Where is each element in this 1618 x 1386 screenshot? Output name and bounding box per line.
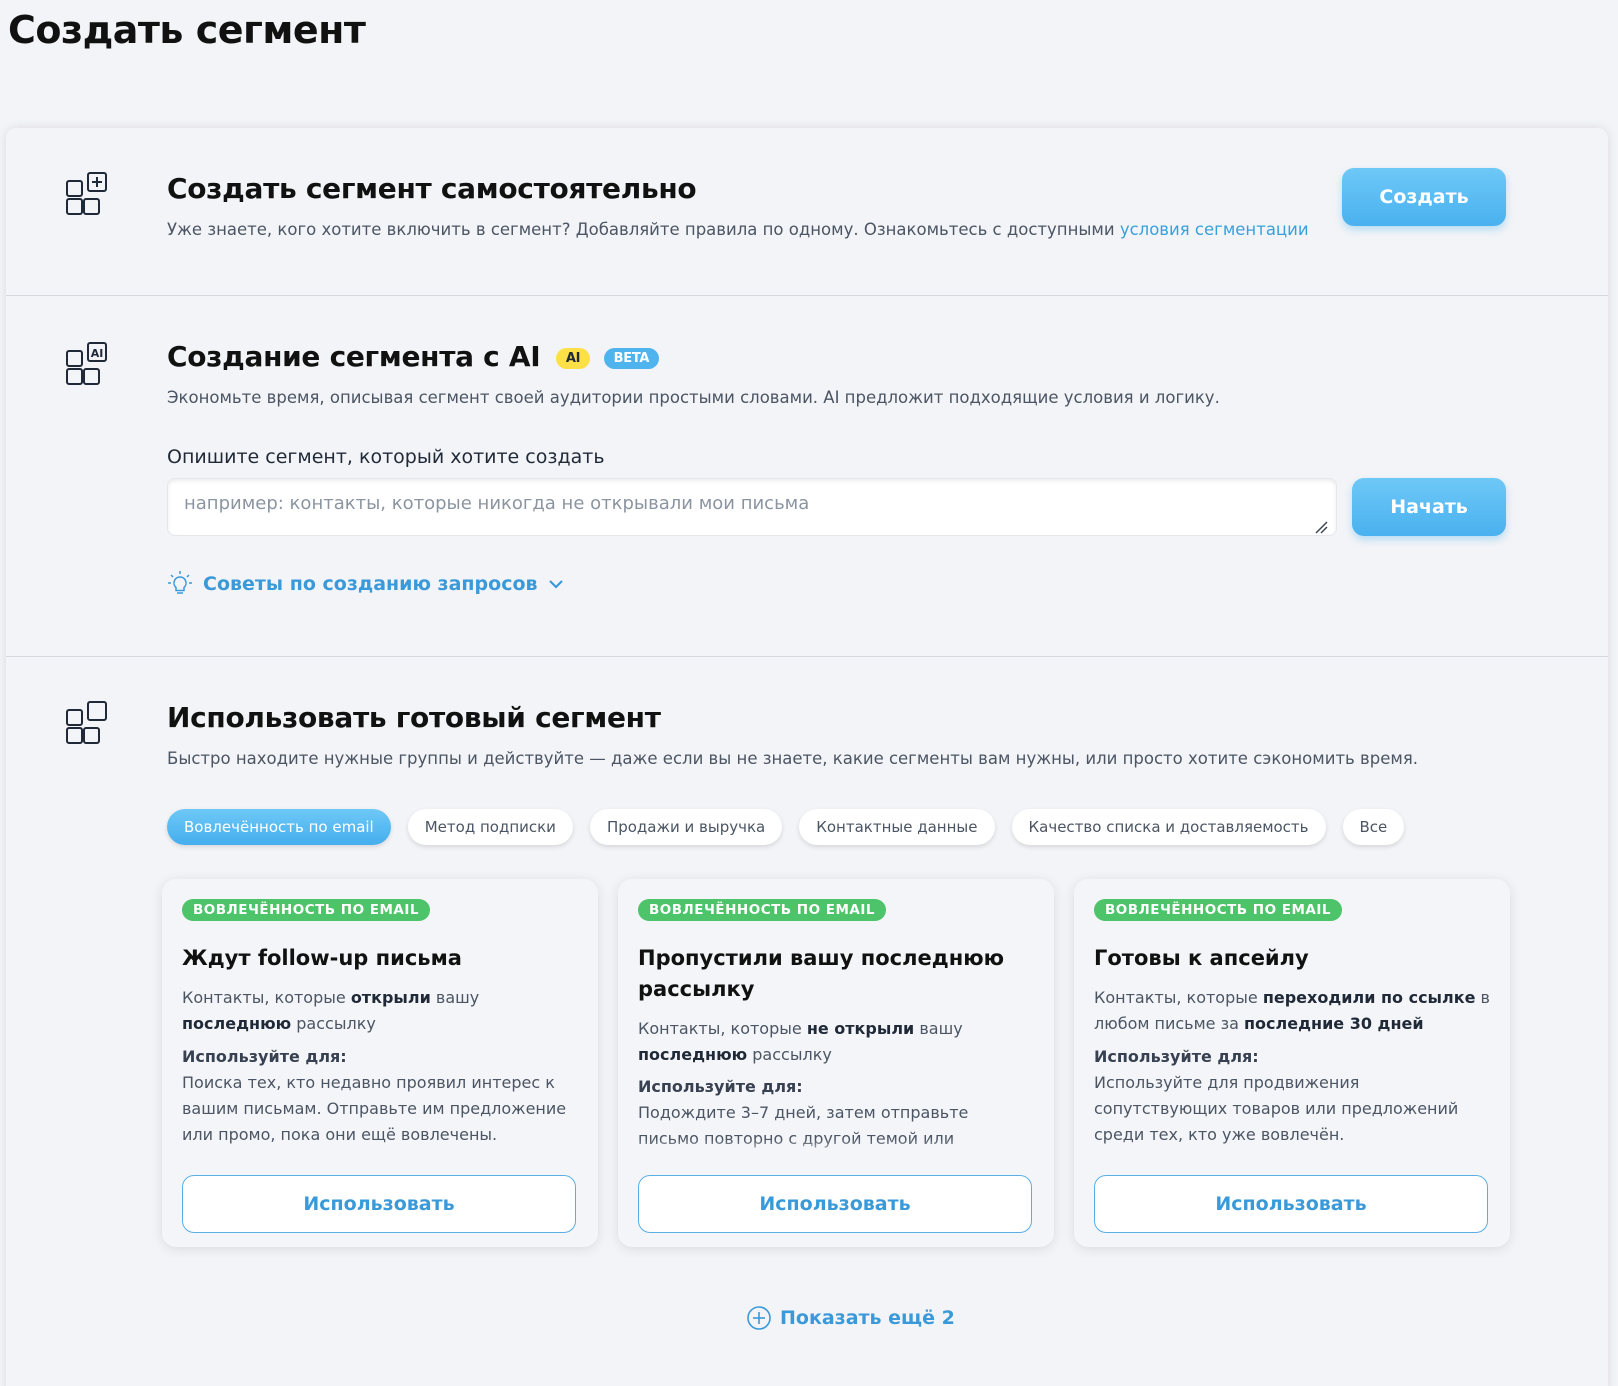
- show-more-button[interactable]: Показать ещё 2: [746, 1305, 955, 1331]
- chip-sales-revenue[interactable]: Продажи и выручка: [589, 809, 783, 845]
- segment-card: ВОВЛЕЧЁННОСТЬ ПО EMAIL Ждут follow-up пи…: [162, 879, 598, 1247]
- ai-badge: AI: [555, 347, 591, 369]
- use-for-text: Используйте для продвижения сопутствующи…: [1094, 1073, 1459, 1144]
- grid-ai-icon: AI: [66, 342, 107, 385]
- ai-title-text: Создание сегмента с AI: [167, 340, 541, 373]
- chip-subscription-method[interactable]: Метод подписки: [407, 809, 573, 845]
- desc-text: Контакты, которые: [182, 988, 351, 1007]
- card-description: Контакты, которые открыли вашу последнюю…: [182, 985, 578, 1037]
- chip-all[interactable]: Все: [1342, 809, 1405, 845]
- segment-card: ВОВЛЕЧЁННОСТЬ ПО EMAIL Пропустили вашу п…: [618, 879, 1054, 1247]
- manual-section-description: Уже знаете, кого хотите включить в сегме…: [167, 220, 1309, 239]
- card-title: Ждут follow-up письма: [182, 946, 462, 970]
- card-title: Готовы к апсейлу: [1094, 946, 1309, 970]
- desc-text: рассылку: [291, 1014, 376, 1033]
- segmentation-conditions-link[interactable]: условия сегментации: [1120, 220, 1309, 239]
- grid-plus-icon: [66, 172, 107, 215]
- text-fade: [638, 1139, 1034, 1163]
- desc-bold: последние 30 дней: [1244, 1014, 1424, 1033]
- start-button[interactable]: Начать: [1352, 478, 1506, 536]
- ready-segments-section: Использовать готовый сегмент Быстро нахо…: [6, 657, 1608, 1386]
- manual-section-title: Создать сегмент самостоятельно: [167, 172, 697, 205]
- category-filter-chips: Вовлечённость по email Метод подписки Пр…: [167, 809, 1405, 845]
- ai-section-title: Создание сегмента с AI AI BETA: [167, 340, 660, 373]
- desc-bold: не открыли: [806, 1019, 915, 1038]
- manual-description-text: Уже знаете, кого хотите включить в сегме…: [167, 220, 1120, 239]
- desc-bold: последнюю: [638, 1045, 748, 1064]
- use-button[interactable]: Использовать: [1094, 1175, 1488, 1233]
- chevron-down-icon: [548, 580, 563, 589]
- ai-section-description: Экономьте время, описывая сегмент своей …: [167, 388, 1220, 407]
- card-description: Контакты, которые не открыли вашу послед…: [638, 1016, 1034, 1068]
- desc-text: вашу: [914, 1019, 963, 1038]
- desc-text: Контакты, которые: [638, 1019, 807, 1038]
- ready-section-description: Быстро находите нужные группы и действуй…: [167, 749, 1418, 768]
- resize-grip-icon[interactable]: [1314, 520, 1328, 534]
- card-category-badge: ВОВЛЕЧЁННОСТЬ ПО EMAIL: [182, 899, 431, 921]
- desc-text: Контакты, которые: [1094, 988, 1263, 1007]
- segment-card: ВОВЛЕЧЁННОСТЬ ПО EMAIL Готовы к апсейлу …: [1074, 879, 1510, 1247]
- beta-badge: BETA: [603, 347, 660, 369]
- card-category-badge: ВОВЛЕЧЁННОСТЬ ПО EMAIL: [638, 899, 887, 921]
- lightbulb-icon: [168, 571, 192, 594]
- use-for-text: Поиска тех, кто недавно проявил интерес …: [182, 1073, 567, 1144]
- desc-bold: открыли: [350, 988, 431, 1007]
- use-button[interactable]: Использовать: [182, 1175, 576, 1233]
- manual-section: Создать сегмент самостоятельно Уже знает…: [6, 128, 1608, 295]
- prompt-tips-toggle[interactable]: Советы по созданию запросов: [167, 570, 564, 598]
- show-more-label: Показать ещё 2: [780, 1307, 955, 1329]
- desc-bold: переходили по ссылке: [1262, 988, 1476, 1007]
- svg-text:AI: AI: [91, 347, 104, 360]
- card-description: Контакты, которые переходили по ссылке в…: [1094, 985, 1490, 1037]
- desc-text: вашу: [430, 988, 480, 1007]
- grid-square-icon: [66, 701, 107, 744]
- segment-description-label: Опишите сегмент, который хотите создать: [167, 446, 605, 468]
- ready-section-title: Использовать готовый сегмент: [167, 701, 661, 734]
- segment-description-input[interactable]: [167, 478, 1337, 536]
- chip-email-engagement[interactable]: Вовлечённость по email: [167, 809, 391, 845]
- use-for-label: Используйте для:: [182, 1047, 347, 1066]
- use-for-label: Используйте для:: [638, 1077, 803, 1096]
- chip-list-quality[interactable]: Качество списка и доставляемость: [1011, 809, 1326, 845]
- create-button[interactable]: Создать: [1342, 168, 1506, 226]
- chip-contact-data[interactable]: Контактные данные: [799, 809, 995, 845]
- use-button[interactable]: Использовать: [638, 1175, 1032, 1233]
- desc-text: рассылку: [747, 1045, 832, 1064]
- page-title: Создать сегмент: [8, 8, 366, 52]
- ai-section: AI Создание сегмента с AI AI BETA Эконом…: [6, 296, 1608, 656]
- segment-options-panel: Создать сегмент самостоятельно Уже знает…: [6, 128, 1608, 1386]
- desc-bold: последнюю: [182, 1014, 292, 1033]
- card-title: Пропустили вашу последнюю рассылку: [638, 946, 1005, 1001]
- plus-circle-icon: [747, 1306, 771, 1330]
- card-category-badge: ВОВЛЕЧЁННОСТЬ ПО EMAIL: [1094, 899, 1343, 921]
- prompt-tips-label: Советы по созданию запросов: [203, 573, 538, 595]
- use-for-label: Используйте для:: [1094, 1047, 1259, 1066]
